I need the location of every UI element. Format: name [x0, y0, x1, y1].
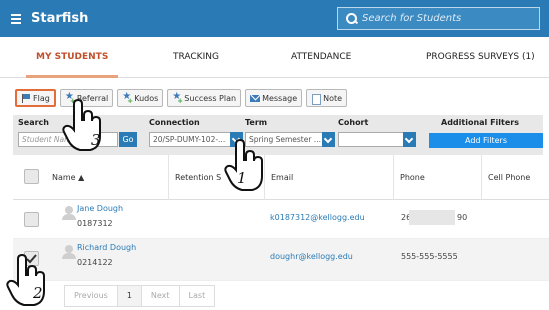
search-filter-label: Search: [18, 118, 49, 127]
student-search-box[interactable]: [337, 7, 540, 30]
current-page-button[interactable]: 1: [117, 286, 142, 306]
connection-label: Connection: [149, 118, 200, 127]
hand-pointer-icon-2: [6, 253, 45, 306]
avatar: [62, 245, 76, 259]
kudos-star-icon: +: [122, 91, 133, 105]
table-row[interactable]: Jane Dough 0187312 k0187312@kellogg.edu …: [13, 200, 549, 239]
redacted-phone-block: [409, 210, 455, 225]
top-bar: Starfish: [0, 0, 549, 37]
tab-attendance[interactable]: ATTENDANCE: [291, 37, 351, 78]
kudos-button[interactable]: + Kudos: [117, 89, 164, 107]
tab-progress-surveys[interactable]: PROGRESS SURVEYS (1): [426, 37, 535, 78]
column-email[interactable]: Email: [264, 155, 393, 200]
tab-tracking[interactable]: TRACKING: [173, 37, 219, 78]
student-email-link[interactable]: doughr@kellogg.edu: [270, 252, 353, 261]
student-name-link[interactable]: Jane Dough: [77, 204, 123, 213]
cohort-dropdown-icon[interactable]: [403, 132, 416, 147]
search-icon[interactable]: [346, 13, 357, 24]
column-phone[interactable]: Phone: [393, 155, 481, 200]
note-label: Note: [323, 93, 343, 103]
previous-page-button[interactable]: Previous: [65, 286, 118, 306]
select-all-checkbox[interactable]: [24, 169, 39, 184]
note-button[interactable]: Note: [306, 89, 348, 107]
step-number-1: 1: [237, 169, 247, 187]
student-id: 0187312: [77, 219, 113, 228]
cohort-select[interactable]: [338, 132, 413, 147]
note-icon: [311, 93, 322, 105]
table-row[interactable]: Richard Dough 0214122 doughr@kellogg.edu…: [13, 239, 549, 281]
app-title: Starfish: [31, 11, 89, 26]
column-name[interactable]: Name ▲: [46, 155, 164, 200]
avatar: [62, 206, 76, 220]
student-phone-end: 90: [457, 213, 468, 222]
term-label: Term: [245, 118, 268, 127]
column-cell-phone[interactable]: Cell Phone: [481, 155, 549, 200]
student-name-link[interactable]: Richard Dough: [77, 243, 136, 252]
success-plan-label: Success Plan: [184, 93, 237, 103]
pagination: Previous 1 Next Last: [64, 285, 216, 307]
success-plan-icon: +: [172, 91, 183, 105]
students-table-header: Name ▲ Retention S Email Phone Cell Phon…: [13, 155, 549, 200]
last-page-button[interactable]: Last: [179, 286, 215, 306]
flag-label: Flag: [33, 93, 50, 103]
step-number-2: 2: [33, 284, 43, 302]
additional-filters-label: Additional Filters: [441, 118, 519, 127]
student-id: 0214122: [77, 258, 113, 267]
envelope-icon: [250, 94, 261, 103]
success-plan-button[interactable]: + Success Plan: [167, 89, 242, 107]
term-dropdown-icon[interactable]: [322, 132, 335, 147]
step-number-3: 3: [91, 131, 101, 149]
add-filters-button[interactable]: Add Filters: [429, 133, 543, 148]
main-tabs: MY STUDENTS TRACKING ATTENDANCE PROGRESS…: [0, 37, 549, 78]
menu-icon[interactable]: [11, 13, 21, 24]
kudos-label: Kudos: [134, 93, 159, 103]
student-phone: 555-555-5555: [401, 252, 458, 261]
flag-icon: [21, 93, 31, 103]
tab-my-students[interactable]: MY STUDENTS: [25, 37, 119, 78]
student-email-link[interactable]: k0187312@kellogg.edu: [270, 213, 365, 222]
row-checkbox[interactable]: [24, 212, 39, 227]
message-button[interactable]: Message: [245, 89, 303, 107]
student-search-input[interactable]: [362, 13, 532, 24]
flag-button[interactable]: Flag: [15, 89, 56, 107]
cohort-label: Cohort: [338, 118, 369, 127]
next-page-button[interactable]: Next: [141, 286, 180, 306]
message-label: Message: [262, 93, 298, 103]
go-button[interactable]: Go: [119, 132, 137, 147]
